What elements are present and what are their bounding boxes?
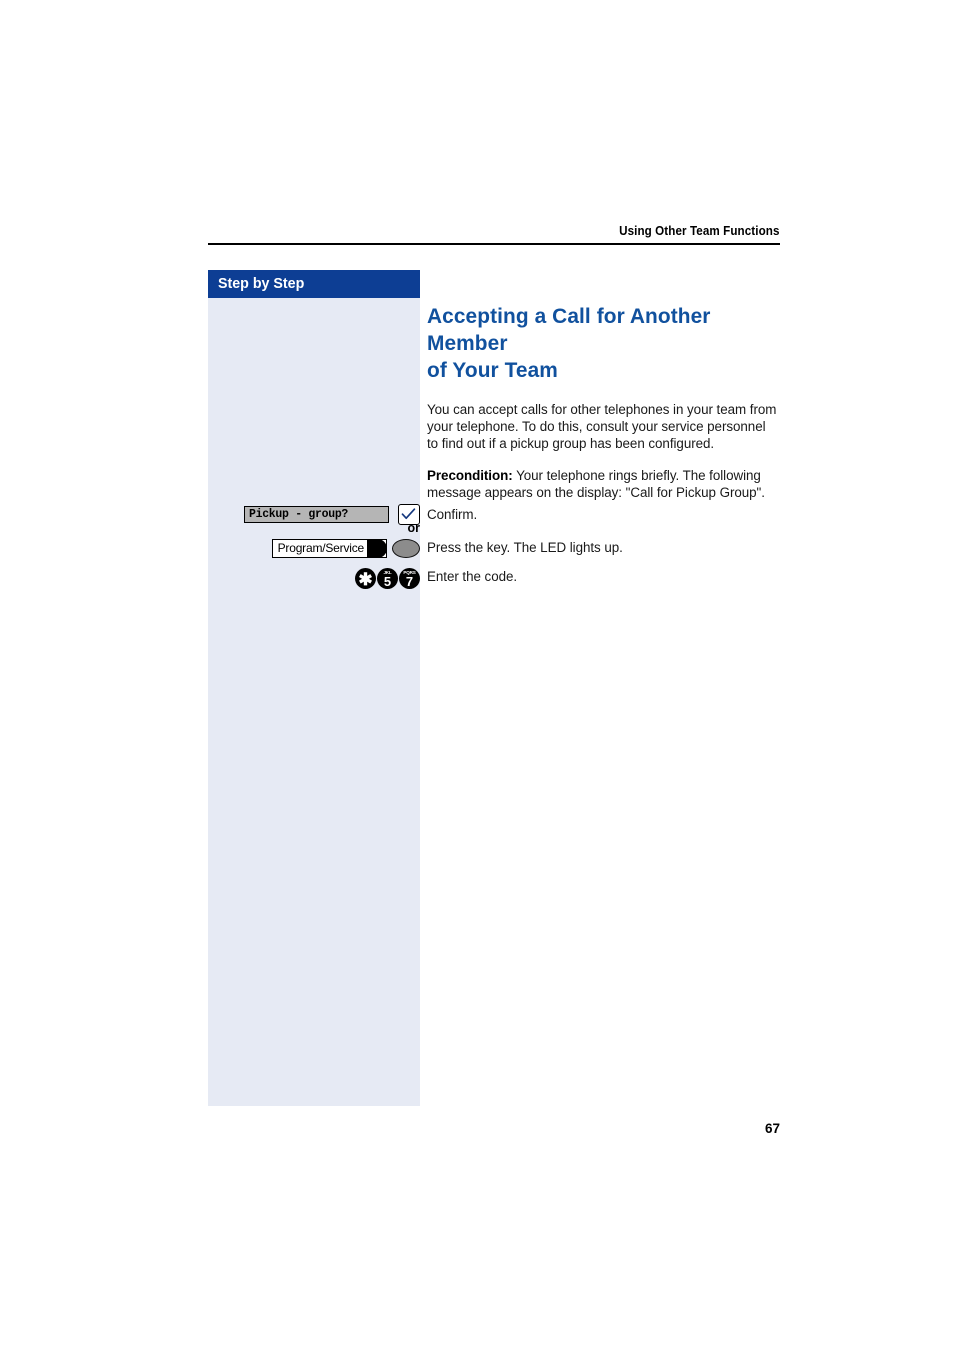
keypad-key-5[interactable]: JKL 5 <box>377 568 398 589</box>
sidebar-title: Step by Step <box>218 275 305 292</box>
page-number: 67 <box>764 1121 780 1136</box>
keypad-key-7-digit: 7 <box>405 574 414 589</box>
widget-zone-keypad: ✱ JKL 5 PQRS 7 <box>208 568 420 594</box>
keypad-key-5-letters: JKL <box>383 569 392 575</box>
page-title: Accepting a Call for Another Member of Y… <box>427 303 769 384</box>
keypad-key-7[interactable]: PQRS 7 <box>399 568 420 589</box>
keypad-key-7-letters: PQRS <box>403 569 416 575</box>
keypad-key-5-digit: 5 <box>383 574 392 589</box>
program-service-key-text: Program/Service <box>277 541 365 555</box>
precondition-paragraph: Precondition: Your telephone rings brief… <box>427 467 780 501</box>
header-divider <box>208 243 780 245</box>
sidebar-title-bar: Step by Step <box>208 270 420 298</box>
step-description-confirm: Confirm. <box>427 507 478 522</box>
key-pointer-icon <box>367 540 386 557</box>
program-service-key-label[interactable]: Program/Service <box>271 539 387 558</box>
keypad-key-star[interactable]: ✱ <box>355 568 376 589</box>
page-title-line-2: of Your Team <box>427 358 558 382</box>
keypad: ✱ JKL 5 PQRS 7 <box>355 568 420 589</box>
or-separator-label: or <box>407 521 421 535</box>
led-key-icon[interactable] <box>392 539 420 558</box>
running-header: Using Other Team Functions <box>208 222 780 240</box>
running-header-text: Using Other Team Functions <box>619 224 780 238</box>
main-content: Accepting a Call for Another Member of Y… <box>427 303 780 515</box>
step-description-program-service: Press the key. The LED lights up. <box>427 540 623 555</box>
phone-display-text: Pickup - group? <box>249 508 349 521</box>
page-title-line-1: Accepting a Call for Another Member <box>427 304 711 355</box>
step-by-step-sidebar: Step by Step <box>208 270 420 1106</box>
keypad-key-star-digit: ✱ <box>358 570 373 589</box>
widget-zone-program-service: Program/Service <box>208 539 420 565</box>
precondition-label: Precondition: <box>427 467 513 483</box>
intro-paragraph: You can accept calls for other telephone… <box>427 402 777 452</box>
step-description-enter-code: Enter the code. <box>427 569 518 584</box>
